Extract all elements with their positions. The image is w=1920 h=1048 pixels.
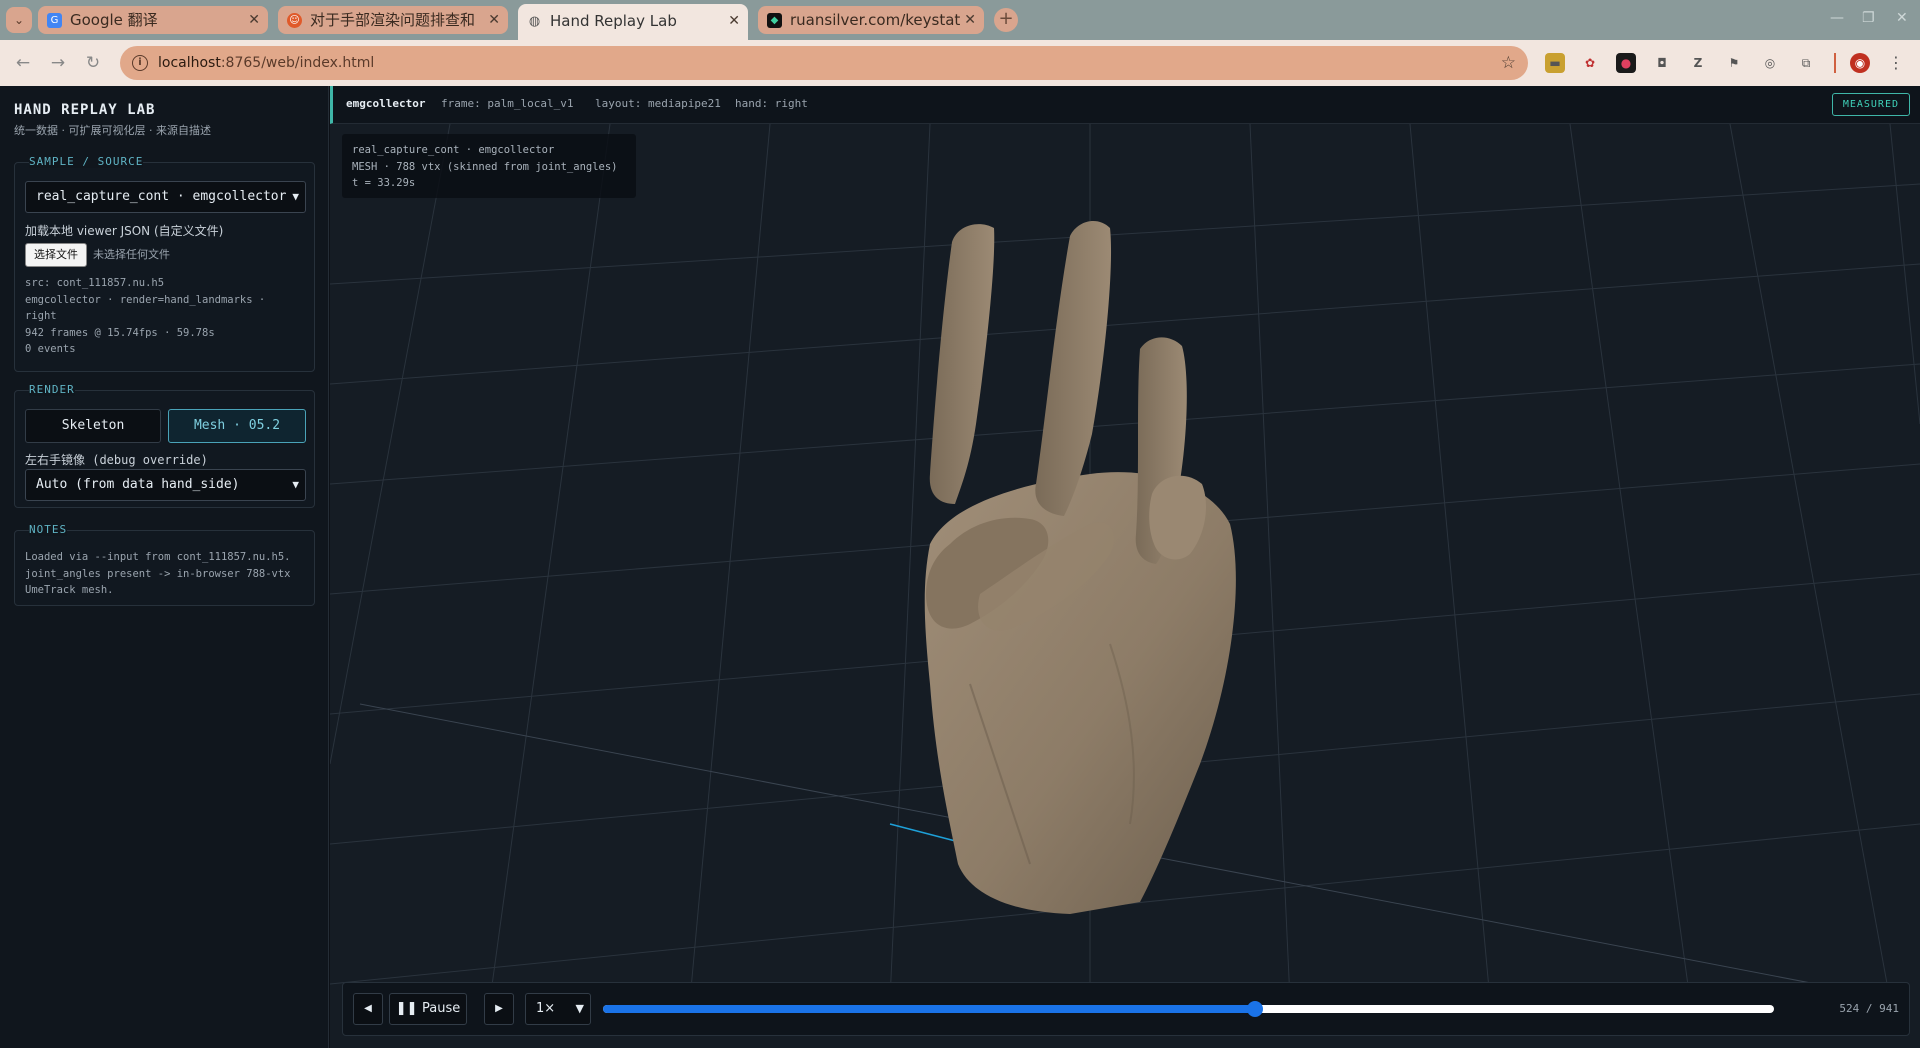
sample-source-panel: SAMPLE / SOURCE real_capture_cont · emgc… (14, 155, 315, 372)
pause-icon: ❚❚ (395, 1001, 423, 1016)
choose-file-button[interactable]: 选择文件 (25, 243, 87, 267)
google-translate-icon: G (47, 13, 62, 28)
profile-avatar[interactable]: ◉ (1850, 53, 1870, 73)
hand-mesh (924, 221, 1236, 914)
diamond-icon: ◆ (767, 13, 782, 28)
timeline-fill (603, 1005, 1256, 1013)
mirror-select[interactable]: Auto (from data hand_side) ▼ (25, 469, 306, 501)
notes-panel: NOTES Loaded via --input from cont_11185… (14, 523, 315, 606)
compass-extension-icon[interactable]: ◎ (1760, 53, 1780, 73)
speed-value: 1× (536, 1001, 556, 1016)
speed-select[interactable]: 1× ▼ (525, 993, 591, 1025)
back-arrow-icon[interactable]: ← (10, 50, 36, 76)
info-overlay: real_capture_cont · emgcollector MESH · … (342, 134, 636, 198)
meta-hand: right (25, 310, 57, 322)
notes-text: Loaded via --input from cont_111857.nu.h… (25, 551, 291, 596)
meta-events: 0 events (25, 343, 76, 355)
hand-field: hand: right (735, 97, 808, 110)
measured-badge: MEASURED (1831, 93, 1910, 116)
close-icon[interactable]: ✕ (248, 6, 260, 34)
tab-label: 对于手部渲染问题排查和 (310, 11, 476, 29)
prev-icon: ◀ (364, 1003, 372, 1014)
extension-3-icon[interactable]: ● (1616, 53, 1636, 73)
address-bar[interactable]: i localhost:8765/web/index.html ☆ (120, 46, 1528, 80)
app-root: HAND REPLAY LAB 统一数据 · 可扩展可视化层 · 来源自描述 S… (0, 86, 1920, 1048)
close-icon[interactable]: ✕ (960, 6, 976, 34)
restore-icon[interactable]: ❐ (1862, 10, 1875, 26)
brand-title: HAND REPLAY LAB (14, 102, 156, 118)
panel-title: NOTES (29, 523, 68, 536)
tab-keystatic[interactable]: ◆ ruansilver.com/keystatic ✕ (758, 6, 984, 34)
timeline-thumb[interactable] (1247, 1001, 1264, 1017)
flag-extension-icon[interactable]: ⚑ (1724, 53, 1744, 73)
meta-frames: 942 frames @ 15.74fps · 59.78s (25, 326, 215, 339)
tab-search-chevron-icon[interactable]: ⌄ (6, 7, 32, 33)
reload-icon[interactable]: ↻ (80, 50, 106, 76)
minimize-icon[interactable]: — (1830, 10, 1844, 26)
overlay-source: real_capture_cont · emgcollector (352, 144, 555, 156)
chevron-down-icon: ▼ (575, 1002, 584, 1015)
frame-counter: 524 / 941 (1839, 1002, 1899, 1015)
overlay-mesh: MESH · 788 vtx (skinned from joint_angle… (352, 160, 618, 173)
sample-select-value: real_capture_cont · emgcollector (36, 189, 287, 204)
chevron-down-icon: ▼ (292, 478, 299, 491)
next-frame-button[interactable]: ▶ (484, 993, 514, 1025)
pause-label: Pause (422, 1001, 461, 1016)
globe-icon: ◍ (528, 14, 541, 29)
puzzle-extensions-icon[interactable]: ⧉ (1796, 53, 1816, 73)
browser-tab-bar: ⌄ G Google 翻译 ✕ ☺ 对于手部渲染问题排查和 ✕ ◍ Hand R… (0, 0, 1920, 40)
extension-1-icon[interactable]: ▬ (1545, 53, 1565, 73)
source-meta: src: cont_111857.nu.h5 emgcollector · re… (25, 275, 310, 358)
stage-header: emgcollector frame: palm_local_v1 layout… (330, 86, 1920, 124)
tab-label: Google 翻译 (70, 11, 158, 29)
tab-hand-replay-lab[interactable]: ◍ Hand Replay Lab ✕ (518, 4, 748, 40)
3d-scene[interactable] (330, 124, 1920, 1000)
panel-title: SAMPLE / SOURCE (29, 155, 144, 168)
tab-hand-render-issue[interactable]: ☺ 对于手部渲染问题排查和 ✕ (278, 6, 508, 34)
source-name: emgcollector (346, 97, 426, 110)
bookmark-star-icon[interactable]: ☆ (1501, 46, 1516, 80)
site-info-icon[interactable]: i (132, 55, 148, 71)
camera-extension-icon[interactable]: ◘ (1652, 53, 1672, 73)
no-file-chosen-text: 未选择任何文件 (93, 248, 170, 261)
layout-field: layout: mediapipe21 (595, 97, 721, 110)
skeleton-button[interactable]: Skeleton (25, 409, 161, 443)
tab-google-translate[interactable]: G Google 翻译 ✕ (38, 6, 268, 34)
frame-field: frame: palm_local_v1 (441, 97, 574, 110)
brand-subtitle: 统一数据 · 可扩展可视化层 · 来源自描述 (14, 124, 211, 137)
url-text: localhost:8765/web/index.html (158, 46, 374, 80)
emoji-face-icon: ☺ (287, 13, 302, 28)
toolbar-divider (1834, 53, 1836, 73)
prev-frame-button[interactable]: ◀ (353, 993, 383, 1025)
z-extension-icon[interactable]: Z (1688, 53, 1708, 73)
viewer-stage[interactable]: emgcollector frame: palm_local_v1 layout… (330, 86, 1920, 1048)
mirror-select-value: Auto (from data hand_side) (36, 477, 240, 492)
playback-controls: ◀ ❚❚ Pause ▶ 1× ▼ 524 / 941 (342, 982, 1910, 1036)
panel-title: RENDER (29, 383, 75, 396)
close-icon[interactable]: ✕ (488, 6, 500, 34)
close-window-icon[interactable]: ✕ (1896, 10, 1908, 26)
next-icon: ▶ (495, 1003, 503, 1014)
url-path: :8765/web/index.html (220, 55, 375, 71)
tab-label: Hand Replay Lab (550, 12, 677, 30)
meta-src: src: cont_111857.nu.h5 (25, 277, 165, 289)
extension-2-icon[interactable]: ✿ (1580, 53, 1600, 73)
sidebar: HAND REPLAY LAB 统一数据 · 可扩展可视化层 · 来源自描述 S… (0, 86, 329, 1048)
forward-arrow-icon[interactable]: → (45, 50, 71, 76)
sample-select[interactable]: real_capture_cont · emgcollector ▼ (25, 181, 306, 213)
kebab-menu-icon[interactable]: ⋮ (1886, 53, 1906, 73)
timeline-slider[interactable] (603, 1001, 1774, 1017)
pause-button[interactable]: ❚❚ Pause (389, 993, 467, 1025)
mirror-label: 左右手镜像 (debug override) (25, 453, 208, 467)
mesh-button[interactable]: Mesh · 05.2 (168, 409, 306, 443)
load-json-label: 加载本地 viewer JSON (自定义文件) (25, 224, 224, 238)
chevron-down-icon: ▼ (292, 190, 299, 203)
overlay-time: t = 33.29s (352, 177, 416, 189)
meta-render: emgcollector · render=hand_landmarks · (25, 293, 266, 306)
tab-label: ruansilver.com/keystatic (790, 11, 973, 29)
render-panel: RENDER Skeleton Mesh · 05.2 左右手镜像 (debug… (14, 383, 315, 508)
url-host: localhost (158, 55, 221, 71)
close-icon[interactable]: ✕ (728, 4, 740, 38)
new-tab-plus-icon[interactable]: + (994, 8, 1018, 32)
